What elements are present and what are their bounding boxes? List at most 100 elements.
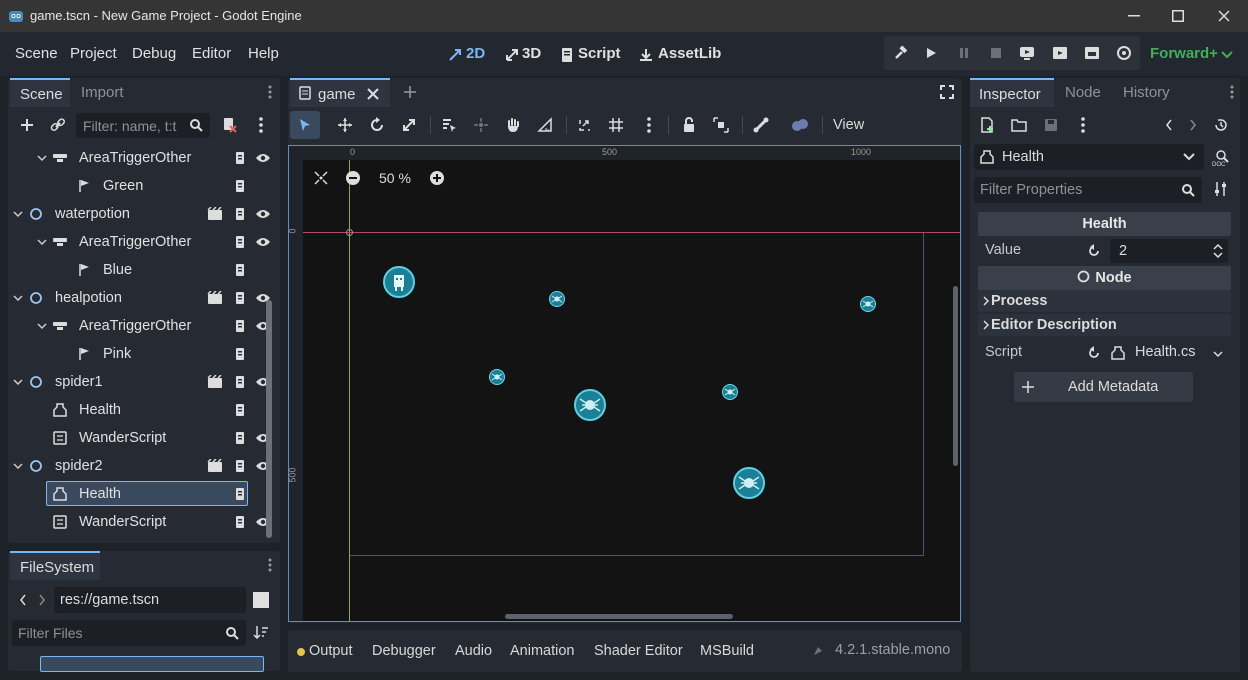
menu-help[interactable]: Help <box>248 45 279 62</box>
scene-options-icon[interactable] <box>254 116 268 134</box>
viewport-vscroll[interactable] <box>953 286 958 466</box>
bottom-tab-shader-editor[interactable]: Shader Editor <box>594 643 683 659</box>
script-icon[interactable] <box>231 458 249 474</box>
visibility-eye-icon[interactable] <box>254 150 272 166</box>
script-icon[interactable] <box>231 290 249 306</box>
bottom-tab-audio[interactable]: Audio <box>455 643 492 659</box>
forward-chevron-icon[interactable] <box>36 592 48 608</box>
tab-scene[interactable]: Scene <box>10 78 70 107</box>
tree-row-healpotion[interactable]: healpotion <box>12 284 270 312</box>
bottom-tab-msbuild[interactable]: MSBuild <box>700 643 754 659</box>
filesystem-item[interactable] <box>40 656 264 672</box>
tree-row-areatriggerother[interactable]: AreaTriggerOther <box>12 144 270 172</box>
maximize-icon[interactable] <box>1164 8 1192 24</box>
pause-icon[interactable] <box>955 44 973 62</box>
stop-icon[interactable] <box>987 44 1005 62</box>
scale-mode-icon[interactable] <box>400 116 418 134</box>
value-spinbox[interactable]: 2 <box>1110 239 1228 263</box>
script-icon[interactable] <box>231 178 249 194</box>
renderer-selector[interactable]: Forward+ <box>1150 45 1218 62</box>
script-icon[interactable] <box>231 514 249 530</box>
bottom-tab-animation[interactable]: Animation <box>510 643 574 659</box>
workspace-assetlib[interactable]: AssetLib <box>658 45 721 62</box>
tree-row-pink[interactable]: Pink <box>12 340 270 368</box>
expand-chevron-icon[interactable] <box>36 320 48 332</box>
view-menu[interactable]: View <box>833 117 864 133</box>
script-chevron-down-icon[interactable] <box>1212 348 1224 360</box>
filesystem-path-field[interactable]: res://game.tscn <box>54 587 246 613</box>
move-mode-icon[interactable] <box>336 116 354 134</box>
expand-chevron-icon[interactable] <box>12 208 24 220</box>
attach-script-icon[interactable] <box>220 116 238 134</box>
inspector-menu-icon[interactable] <box>1226 84 1238 100</box>
visibility-eye-icon[interactable] <box>254 206 272 222</box>
spider-sprite-small-3[interactable] <box>722 384 738 400</box>
tree-row-wanderscript[interactable]: WanderScript <box>12 424 270 452</box>
spider-sprite-small[interactable] <box>549 291 565 307</box>
tab-history[interactable]: History <box>1123 84 1170 101</box>
expand-chevron-icon[interactable] <box>12 292 24 304</box>
script-icon[interactable] <box>231 486 249 502</box>
remote-debug-icon[interactable] <box>1018 44 1036 62</box>
spider-sprite-small-2[interactable] <box>489 369 505 385</box>
distraction-free-icon[interactable] <box>938 84 956 100</box>
open-scene-icon[interactable] <box>206 206 224 222</box>
open-scene-icon[interactable] <box>206 290 224 306</box>
particles-icon[interactable] <box>790 116 810 134</box>
thumbnail-view-icon[interactable] <box>253 592 269 608</box>
add-node-icon[interactable] <box>18 116 36 134</box>
script-revert-icon[interactable] <box>1085 345 1103 361</box>
tab-game[interactable]: game <box>290 78 390 107</box>
history-back-icon[interactable] <box>1162 116 1176 134</box>
tree-row-spider2[interactable]: spider2 <box>12 452 270 480</box>
open-scene-icon[interactable] <box>206 458 224 474</box>
scene-tree-scrollbar[interactable] <box>266 300 272 538</box>
script-icon[interactable] <box>231 262 249 278</box>
movie-maker-icon[interactable] <box>1115 44 1133 62</box>
viewport[interactable]: 0 500 1000 0 500 50 % <box>288 145 961 622</box>
script-icon[interactable] <box>231 346 249 362</box>
bottom-tab-output[interactable]: Output <box>309 643 353 659</box>
new-tab-icon[interactable] <box>402 84 418 100</box>
filesystem-filter-field[interactable]: Filter Files <box>12 620 246 646</box>
tab-node[interactable]: Node <box>1065 84 1101 101</box>
tab-import[interactable]: Import <box>81 84 124 101</box>
spinbox-arrows-icon[interactable] <box>1212 243 1224 259</box>
ruler-icon[interactable] <box>536 116 554 134</box>
script-icon[interactable] <box>231 234 249 250</box>
open-folder-icon[interactable] <box>1010 116 1028 134</box>
list-select-icon[interactable] <box>440 116 458 134</box>
tree-row-areatriggerother[interactable]: AreaTriggerOther <box>12 312 270 340</box>
play-scene-icon[interactable] <box>1051 44 1069 62</box>
recent-history-icon[interactable] <box>1212 116 1230 134</box>
script-icon[interactable] <box>231 430 249 446</box>
menu-project[interactable]: Project <box>70 45 117 62</box>
tab-inspector[interactable]: Inspector <box>970 78 1054 107</box>
save-icon[interactable] <box>1042 116 1060 134</box>
tree-row-health[interactable]: Health <box>12 480 270 508</box>
menu-editor[interactable]: Editor <box>192 45 231 62</box>
menu-scene[interactable]: Scene <box>15 45 58 62</box>
script-icon[interactable] <box>231 402 249 418</box>
expand-chevron-icon[interactable] <box>12 460 24 472</box>
renderer-chevron-down-icon[interactable] <box>1220 48 1234 62</box>
bottom-tab-debugger[interactable]: Debugger <box>372 643 436 659</box>
tree-row-spider1[interactable]: spider1 <box>12 368 270 396</box>
back-chevron-icon[interactable] <box>17 592 29 608</box>
history-forward-icon[interactable] <box>1186 116 1200 134</box>
script-icon[interactable] <box>231 374 249 390</box>
sort-icon[interactable] <box>252 623 270 641</box>
rotate-mode-icon[interactable] <box>368 116 386 134</box>
menu-debug[interactable]: Debug <box>132 45 176 62</box>
skeleton-bone-icon[interactable] <box>752 116 770 134</box>
editor-description-group[interactable]: Editor Description <box>978 314 1231 336</box>
tree-row-wanderscript[interactable]: WanderScript <box>12 508 270 536</box>
expand-chevron-icon[interactable] <box>36 152 48 164</box>
property-tools-icon[interactable] <box>1212 180 1230 198</box>
spider-sprite-large[interactable] <box>574 389 606 421</box>
tree-row-health[interactable]: Health <box>12 396 270 424</box>
tree-row-areatriggerother[interactable]: AreaTriggerOther <box>12 228 270 256</box>
dock-menu-icon[interactable] <box>264 84 276 100</box>
pan-hand-icon[interactable] <box>504 116 522 134</box>
close-window-icon[interactable] <box>1210 8 1238 24</box>
